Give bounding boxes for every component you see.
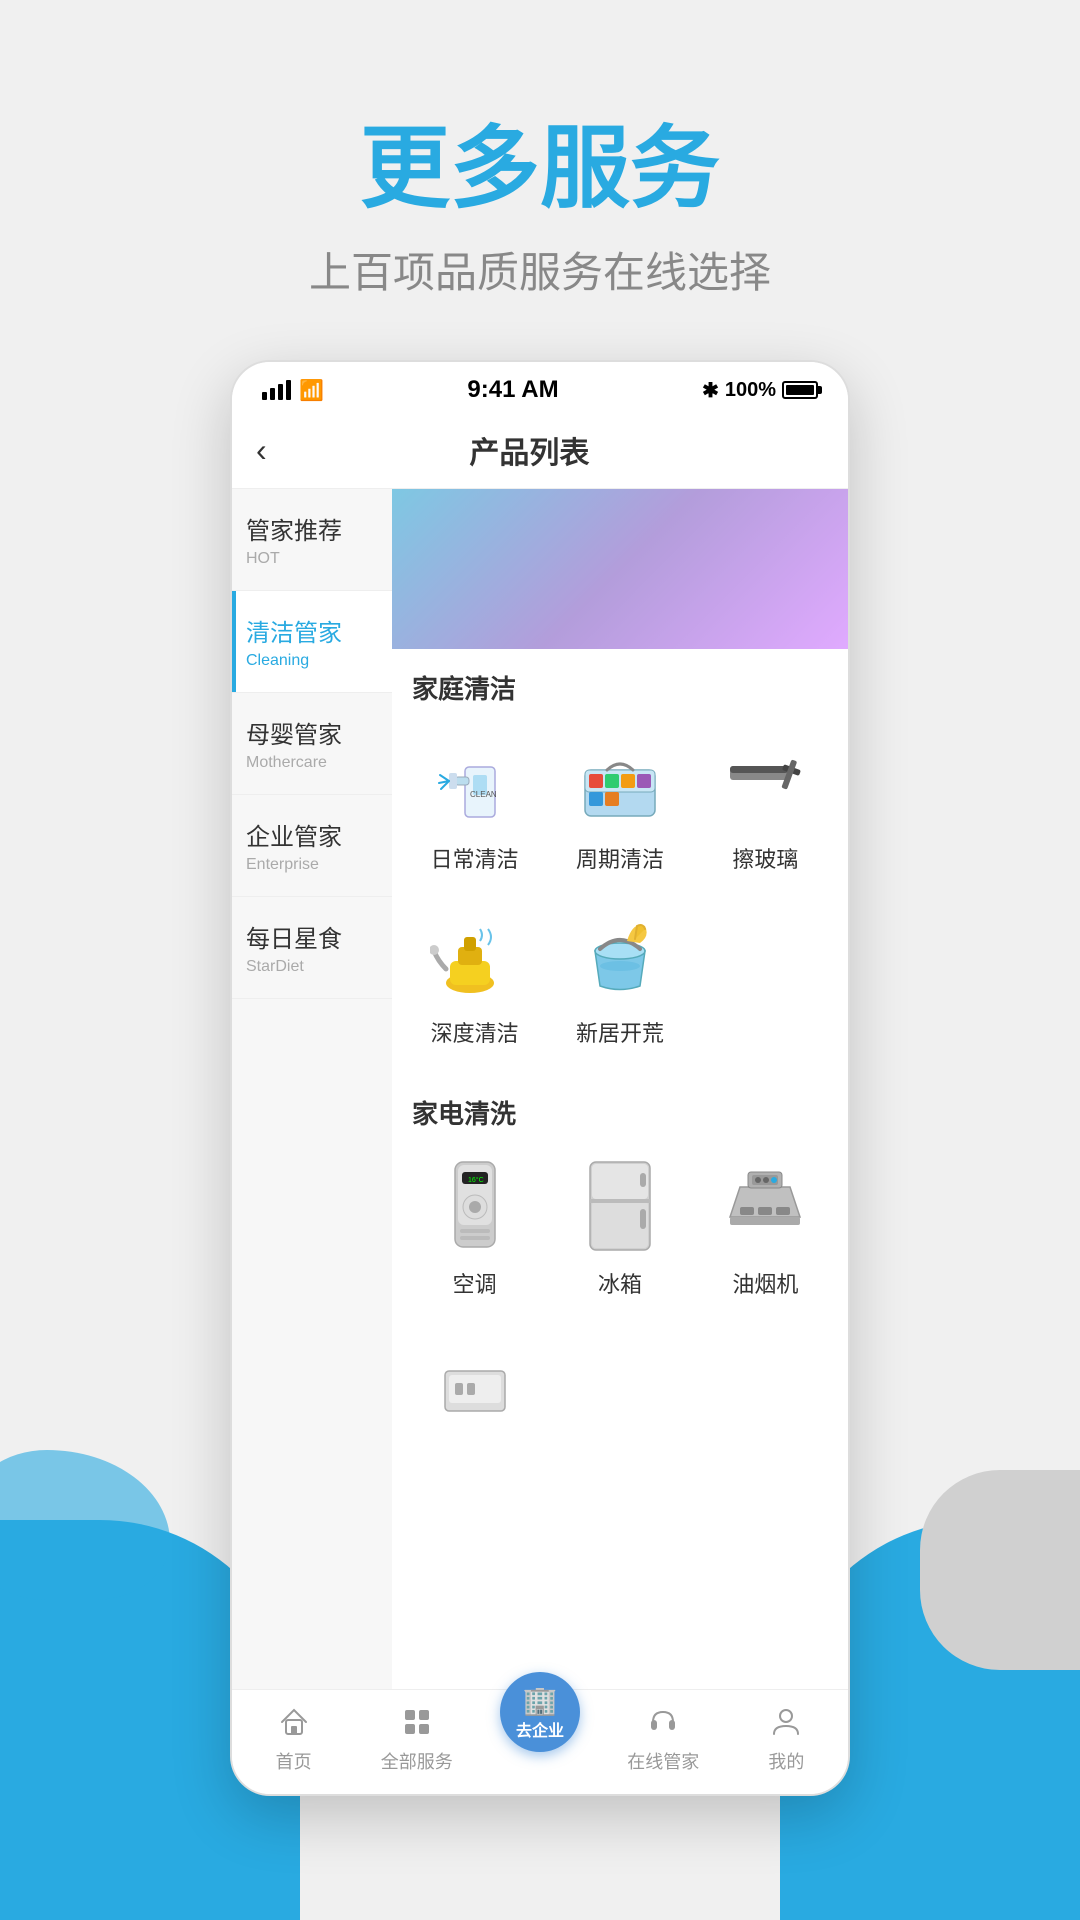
ac-icon: 16°C [425,1157,525,1257]
sidebar-item-hot[interactable]: 管家推荐 HOT [232,489,392,591]
status-left: 📶 [262,378,324,403]
tab-butler[interactable]: 在线管家 [602,1702,725,1774]
home-icon [274,1702,314,1742]
periodic-clean-icon [570,732,670,832]
item-new-home-clean[interactable]: 新居开荒 [547,890,692,1064]
bluetooth-icon: ✱ [702,378,719,403]
sidebar-item-stardiet[interactable]: 每日星食 StarDiet [232,897,392,999]
tab-enterprise-label: 去企业 [516,1717,564,1741]
item-fridge[interactable]: 冰箱 [547,1141,692,1315]
headset-icon [643,1702,683,1742]
section-title-home-cleaning: 家庭清洁 [392,649,848,716]
sidebar: 管家推荐 HOT 清洁管家 Cleaning 母婴管家 Mothercare 企… [232,489,392,1689]
window-clean-icon [715,732,815,832]
item-periodic-clean-label: 周期清洁 [576,842,664,874]
tab-profile-label: 我的 [768,1748,804,1774]
item-hood[interactable]: 油烟机 [693,1141,838,1315]
main-content: 家庭清洁 [392,489,848,1689]
item-partial[interactable] [402,1325,547,1467]
item-daily-clean[interactable]: CLEAN 日常清洁 [402,716,547,890]
status-bar: 📶 9:41 AM ✱ 100% [232,362,848,412]
item-ac[interactable]: 16°C 空调 [402,1141,547,1315]
item-deep-clean[interactable]: 深度清洁 [402,890,547,1064]
appliance-grid: 16°C 空调 [392,1141,848,1325]
hood-icon [715,1157,815,1257]
item-daily-clean-label: 日常清洁 [431,842,519,874]
fridge-icon [570,1157,670,1257]
svg-text:16°C: 16°C [468,1176,484,1184]
svg-text:CLEAN: CLEAN [470,790,497,799]
wifi-icon: 📶 [299,378,324,403]
phone-mockup: 📶 9:41 AM ✱ 100% ‹ 产品列表 管家推荐 HOT [230,360,850,1796]
tab-profile[interactable]: 我的 [725,1702,848,1774]
tab-butler-label: 在线管家 [627,1748,699,1774]
item-fridge-label: 冰箱 [598,1267,642,1299]
person-icon [766,1702,806,1742]
sidebar-item-mothercare[interactable]: 母婴管家 Mothercare [232,693,392,795]
new-home-clean-icon [570,906,670,1006]
status-time: 9:41 AM [467,376,558,404]
signal-icon [262,380,291,400]
tab-home[interactable]: 首页 [232,1702,355,1774]
item-window-clean[interactable]: 擦玻璃 [693,716,838,890]
nav-title: 产品列表 [267,428,792,472]
battery-percent: 100% [725,379,776,402]
nav-bar: ‹ 产品列表 [232,412,848,489]
phone-frame: 📶 9:41 AM ✱ 100% ‹ 产品列表 管家推荐 HOT [230,360,850,1796]
home-cleaning-grid: CLEAN 日常清洁 [392,716,848,1074]
item-deep-clean-label: 深度清洁 [431,1016,519,1048]
item-window-clean-label: 擦玻璃 [732,842,798,874]
header-section: 更多服务 上百项品质服务在线选择 [0,0,1080,360]
header-subtitle: 上百项品质服务在线选择 [0,239,1080,300]
tab-home-label: 首页 [276,1748,312,1774]
deep-clean-icon [425,906,525,1006]
tab-services[interactable]: 全部服务 [355,1702,478,1774]
building-icon: 🏢 [523,1684,558,1717]
section-title-appliance: 家电清洗 [392,1074,848,1141]
tab-enterprise[interactable]: 🏢 去企业 [478,1702,601,1774]
grid-icon [397,1702,437,1742]
item-ac-label: 空调 [453,1267,497,1299]
promo-banner[interactable] [392,489,848,649]
tab-enterprise-btn[interactable]: 🏢 去企业 [500,1672,580,1752]
item-new-home-clean-label: 新居开荒 [576,1016,664,1048]
daily-clean-icon: CLEAN [425,732,525,832]
tab-services-label: 全部服务 [381,1748,453,1774]
status-right: ✱ 100% [702,378,818,403]
partial-grid [392,1325,848,1477]
sidebar-item-cleaning[interactable]: 清洁管家 Cleaning [232,591,392,693]
item-periodic-clean[interactable]: 周期清洁 [547,716,692,890]
partial-icon [425,1341,525,1441]
battery-icon [782,381,818,399]
content-area: 管家推荐 HOT 清洁管家 Cleaning 母婴管家 Mothercare 企… [232,489,848,1689]
tab-bar: 首页 全部服务 🏢 去企业 [232,1689,848,1794]
item-hood-label: 油烟机 [732,1267,798,1299]
sidebar-item-enterprise[interactable]: 企业管家 Enterprise [232,795,392,897]
back-button[interactable]: ‹ [256,432,267,469]
header-title: 更多服务 [0,120,1080,219]
